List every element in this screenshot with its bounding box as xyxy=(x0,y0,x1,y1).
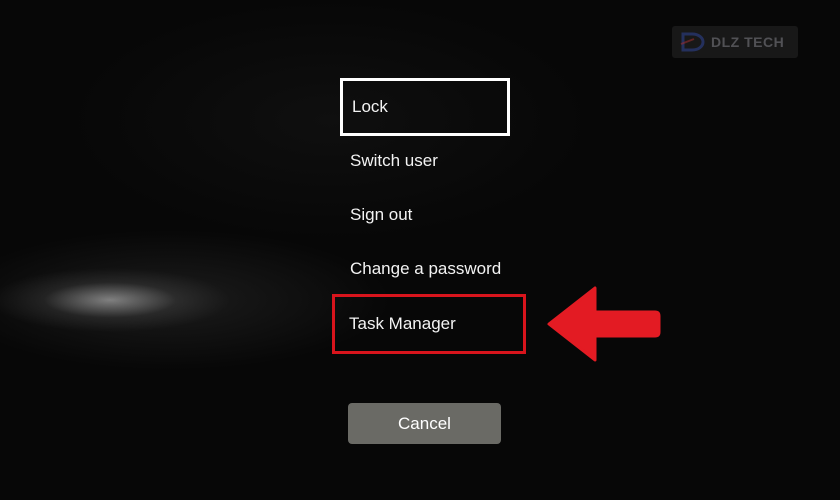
cancel-button-label: Cancel xyxy=(398,413,451,433)
lock-option[interactable]: Lock xyxy=(340,78,510,136)
switch-user-option[interactable]: Switch user xyxy=(340,132,510,190)
ctrl-alt-del-screen: DLZ TECH Lock Switch user Sign out Chang… xyxy=(0,0,840,500)
change-password-option[interactable]: Change a password xyxy=(340,240,540,298)
sign-out-option-label: Sign out xyxy=(350,205,413,224)
task-manager-option[interactable]: Task Manager xyxy=(339,295,519,353)
task-manager-option-label: Task Manager xyxy=(349,314,456,333)
sign-out-option[interactable]: Sign out xyxy=(340,186,510,244)
cancel-button[interactable]: Cancel xyxy=(348,403,501,444)
brand-logo-icon xyxy=(680,32,705,52)
left-arrow-icon xyxy=(547,286,661,362)
change-password-option-label: Change a password xyxy=(350,259,502,278)
switch-user-option-label: Switch user xyxy=(350,151,438,170)
brand-watermark-text: DLZ TECH xyxy=(711,34,785,50)
lock-option-label: Lock xyxy=(352,97,388,116)
brand-watermark: DLZ TECH xyxy=(672,26,798,58)
